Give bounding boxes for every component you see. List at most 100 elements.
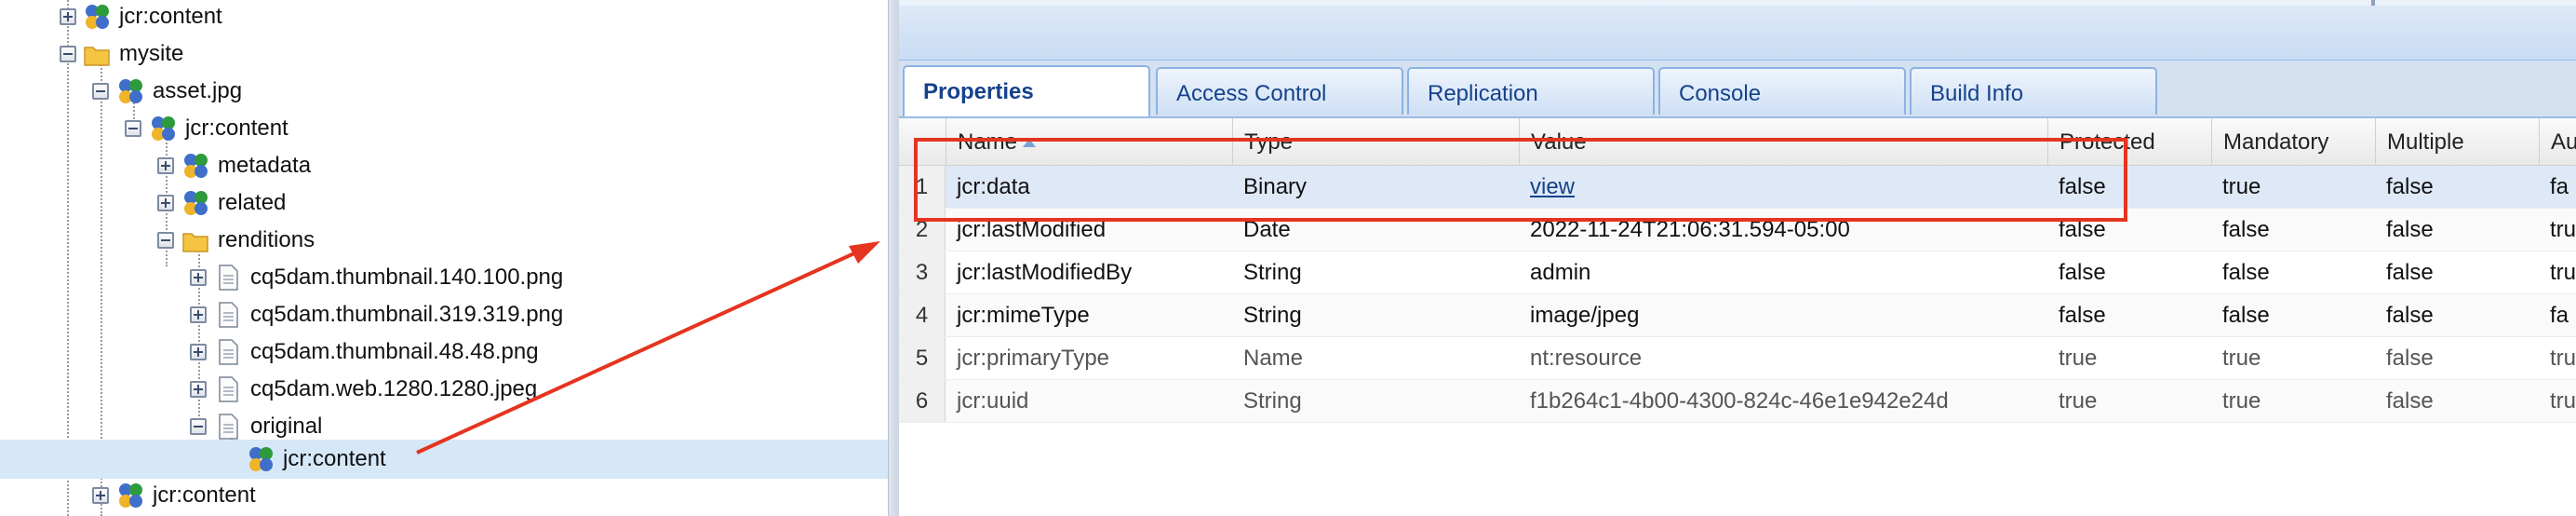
cell-value[interactable]: image/jpeg: [1519, 294, 2047, 336]
cell-protected: true: [2059, 346, 2098, 371]
tab-label: Build Info: [1930, 81, 2024, 106]
tree-node-label: related: [218, 190, 287, 215]
node-icon: [119, 483, 142, 508]
file-icon: [219, 414, 238, 440]
expand-toggle[interactable]: [157, 157, 174, 174]
cell-multiple: false: [2386, 346, 2434, 371]
cell-protected: false: [2059, 260, 2106, 285]
folder-icon: [84, 47, 110, 66]
cell-multiple: false: [2386, 174, 2434, 199]
file-icon: [219, 339, 238, 365]
tab-label: Access Control: [1176, 81, 1327, 106]
cell-type[interactable]: String: [1232, 294, 1519, 336]
table-row[interactable]: 3 jcr:lastModifiedBy String admin false …: [899, 251, 2576, 294]
table-row[interactable]: 6 jcr:uuid String f1b264c1-4b00-4300-824…: [899, 380, 2576, 423]
column-header-auto[interactable]: Au: [2539, 118, 2576, 165]
tree-node-label: renditions: [218, 227, 315, 252]
column-header-multiple[interactable]: Multiple: [2375, 118, 2539, 165]
tab-console[interactable]: Console: [1658, 67, 1906, 115]
tree-node-label: jcr:content: [153, 482, 256, 508]
tree-node-label: jcr:content: [283, 446, 386, 471]
tab-replication[interactable]: Replication: [1407, 67, 1655, 115]
tree-node-label: cq5dam.web.1280.1280.jpeg: [250, 376, 538, 401]
tree-row[interactable]: [0, 224, 888, 261]
cell-multiple: false: [2386, 303, 2434, 328]
cell-type[interactable]: String: [1232, 251, 1519, 293]
cell-mandatory: false: [2222, 260, 2270, 285]
collapse-toggle[interactable]: [92, 83, 109, 100]
cell-mandatory: true: [2222, 388, 2261, 414]
folder-icon: [182, 233, 208, 252]
tab-label: Properties: [923, 79, 1034, 104]
properties-panel: Properties Access Control Replication Co…: [899, 0, 2576, 516]
collapse-toggle[interactable]: [190, 418, 207, 435]
tab-label: Console: [1679, 81, 1762, 106]
cell-value[interactable]: f1b264c1-4b00-4300-824c-46e1e942e24d: [1519, 380, 2047, 422]
cell-name[interactable]: jcr:lastModifiedBy: [946, 251, 1232, 293]
tab-access-control[interactable]: Access Control: [1156, 67, 1403, 115]
tree-node-label: asset.jpg: [153, 78, 243, 103]
cell-auto: tru: [2550, 217, 2576, 242]
collapse-toggle[interactable]: [125, 120, 141, 137]
cell-protected: true: [2059, 388, 2098, 414]
tree-row[interactable]: [0, 149, 888, 186]
cell-value[interactable]: nt:resource: [1519, 337, 2047, 379]
expand-toggle[interactable]: [60, 8, 76, 25]
tree-node-label: mysite: [119, 41, 184, 66]
expand-toggle[interactable]: [190, 381, 207, 398]
tree-node-label: original: [250, 414, 323, 439]
cell-protected: false: [2059, 303, 2106, 328]
tree-node-label: cq5dam.thumbnail.319.319.png: [250, 302, 564, 327]
cell-mandatory: true: [2222, 174, 2261, 199]
node-icon: [249, 447, 273, 471]
tree-node-label: cq5dam.thumbnail.48.48.png: [250, 339, 539, 364]
table-row[interactable]: 5 jcr:primaryType Name nt:resource true …: [899, 337, 2576, 380]
tree-node-label: cq5dam.thumbnail.140.100.png: [250, 265, 564, 290]
cell-type[interactable]: String: [1232, 380, 1519, 422]
panel-toolbar: [899, 0, 2576, 61]
tab-properties[interactable]: Properties: [903, 65, 1150, 116]
row-number: 4: [899, 294, 946, 336]
cell-auto: tru: [2550, 260, 2576, 285]
expand-toggle[interactable]: [92, 487, 109, 504]
cell-type[interactable]: Name: [1232, 337, 1519, 379]
table-row[interactable]: 4 jcr:mimeType String image/jpeg false f…: [899, 294, 2576, 337]
cell-mandatory: true: [2222, 346, 2261, 371]
expand-toggle[interactable]: [190, 344, 207, 360]
expand-toggle[interactable]: [190, 269, 207, 286]
tree-row[interactable]: [0, 186, 888, 224]
cell-multiple: false: [2386, 217, 2434, 242]
cell-multiple: false: [2386, 260, 2434, 285]
node-icon: [119, 79, 142, 103]
row-number: 3: [899, 251, 946, 293]
expand-toggle[interactable]: [157, 195, 174, 211]
tab-build-info[interactable]: Build Info: [1910, 67, 2157, 115]
expand-toggle[interactable]: [190, 306, 207, 323]
cell-auto: tru: [2550, 388, 2576, 414]
column-header-mandatory[interactable]: Mandatory: [2211, 118, 2375, 165]
tab-bar: Properties Access Control Replication Co…: [899, 61, 2576, 118]
node-icon: [184, 191, 208, 215]
tree-row-selected[interactable]: [0, 440, 888, 479]
cell-value[interactable]: admin: [1519, 251, 2047, 293]
cell-name[interactable]: jcr:primaryType: [946, 337, 1232, 379]
tree-node-label: metadata: [218, 153, 312, 178]
collapse-toggle[interactable]: [60, 46, 76, 62]
node-icon: [86, 5, 109, 29]
tree-node-label: jcr:content: [185, 115, 288, 141]
row-number: 6: [899, 380, 946, 422]
cell-auto: fa: [2550, 303, 2569, 328]
annotation-highlight-box: [914, 138, 2127, 222]
node-icon: [152, 116, 175, 141]
cell-name[interactable]: jcr:mimeType: [946, 294, 1232, 336]
file-icon: [219, 302, 238, 328]
collapse-toggle[interactable]: [157, 232, 174, 249]
cell-auto: fa: [2550, 174, 2569, 199]
cell-mandatory: false: [2222, 217, 2270, 242]
cell-multiple: false: [2386, 388, 2434, 414]
file-icon: [219, 376, 238, 402]
repository-tree: jcr:content mysite asset.jpg jcr:content…: [0, 0, 888, 516]
cell-name[interactable]: jcr:uuid: [946, 380, 1232, 422]
node-icon: [184, 154, 208, 178]
tree-node-label: jcr:content: [119, 4, 222, 29]
